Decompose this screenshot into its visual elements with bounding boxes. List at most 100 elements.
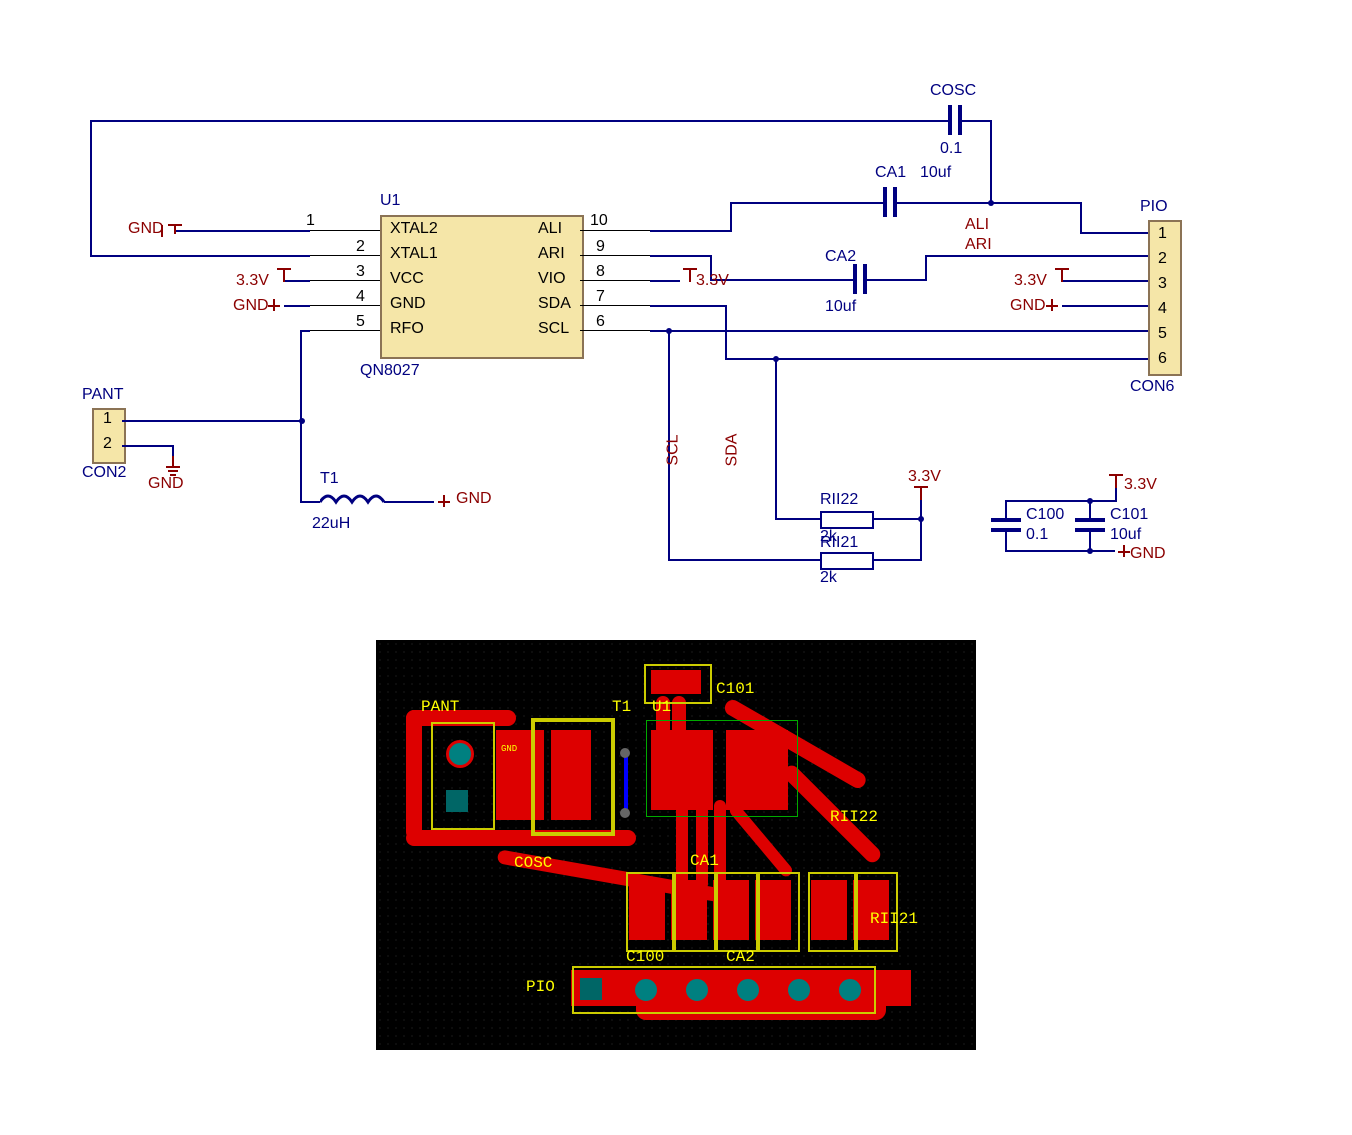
pcb-c100-label: C100 [626,948,664,966]
wire [300,420,302,502]
wire [990,120,992,202]
u1-pin7-line [580,305,650,306]
wire [962,120,992,122]
cosc-ref-label: COSC [930,82,976,100]
wire [90,120,92,257]
wire [874,559,922,561]
u1-pin9-line [580,255,650,256]
wire [175,230,310,232]
t1-value-label: 22uH [312,515,350,533]
u1-pin5-name: RFO [390,320,424,338]
wire [1005,500,1007,520]
cosc-value-label: 0.1 [940,140,962,158]
wire [650,330,1148,332]
pio-type-label: CON6 [1130,378,1174,396]
pcb-ca2-label: CA2 [726,948,755,966]
pcb-pio-label: PIO [526,978,555,996]
wire [925,255,1148,257]
pio-pin6: 6 [1158,350,1167,368]
gnd-label: GND [456,490,492,508]
pcb-t1-label: T1 [612,698,631,716]
pcb-via2 [620,808,630,818]
ca1-value-label: 10uf [920,164,951,182]
wire [384,501,434,503]
pcb-smd5 [808,872,856,952]
pcb-u1-label: U1 [652,698,671,716]
u1-pin1-name: XTAL2 [390,220,438,238]
wire [730,202,883,204]
u1-pin5-num: 5 [356,313,365,331]
gnd-label: GND [1130,545,1166,563]
u1-pin6-num: 6 [596,313,605,331]
res-rii21 [820,552,874,570]
wire [895,202,992,204]
ca1-ref-label: CA1 [875,164,906,182]
u1-pin3-line [310,280,380,281]
wire [1005,500,1115,502]
pcb-smd3 [716,872,758,952]
wire [300,501,320,503]
wire [650,255,710,257]
u1-pin9-num: 9 [596,238,605,256]
rii22-ref-label: RII22 [820,491,858,509]
u1-pin6-line [580,330,650,331]
v33-label: 3.3V [1014,272,1047,290]
wire [284,305,310,307]
c101-ref-label: C101 [1110,506,1148,524]
junction [299,418,305,424]
gnd-label: GND [233,297,269,315]
v33-label: 3.3V [1124,476,1157,494]
ali-net-label: ALI [965,216,989,234]
wire [1005,550,1115,552]
wire [874,518,922,520]
u1-pin7-num: 7 [596,288,605,306]
pcb-pant-outline [431,722,495,830]
wire [1062,280,1148,282]
pcb-trace [406,710,422,840]
gnd-label: GND [128,220,164,238]
scl-net-label: SCL [665,434,683,465]
res-rii22 [820,511,874,529]
wire [650,230,730,232]
wire [90,120,948,122]
wire [725,305,727,360]
u1-pin6-name: SCL [538,320,569,338]
pcb-smd1 [626,872,674,952]
pcb-c101-label: C101 [716,680,754,698]
wire [122,445,172,447]
u1-pin2-name: XTAL1 [390,245,438,263]
pio-pin5: 5 [1158,325,1167,343]
pio-pin1: 1 [1158,225,1167,243]
u1-pin4-line [310,305,380,306]
schematic-view: U1 QN8027 1 XTAL2 2 XTAL1 3 VCC 4 GND 5 … [20,20,1352,620]
wire [867,279,927,281]
ca2-ref-label: CA2 [825,248,856,266]
pio-pin2: 2 [1158,250,1167,268]
wire [775,358,777,518]
u1-pin3-name: VCC [390,270,424,288]
pant-type-label: CON2 [82,464,126,482]
gnd-label: GND [1010,297,1046,315]
pio-pin3: 3 [1158,275,1167,293]
junction [1087,498,1093,504]
pcb-via-link [624,752,628,810]
u1-pin3-num: 3 [356,263,365,281]
wire [650,280,680,282]
u1-pin4-name: GND [390,295,426,313]
wire [300,330,302,422]
wire [775,518,820,520]
sda-net-label: SDA [723,434,741,467]
junction [988,200,994,206]
wire [122,420,302,422]
pcb-ca1-label: CA1 [690,852,719,870]
pant-pin2: 2 [103,435,112,453]
wire [730,202,732,232]
rii21-ref-label: RII21 [820,534,858,552]
junction [773,356,779,362]
pcb-u1-outline [646,720,798,817]
wire [90,255,310,257]
u1-pin2-line [310,255,380,256]
wire [710,279,853,281]
ari-net-label: ARI [965,236,992,254]
junction [1087,548,1093,554]
